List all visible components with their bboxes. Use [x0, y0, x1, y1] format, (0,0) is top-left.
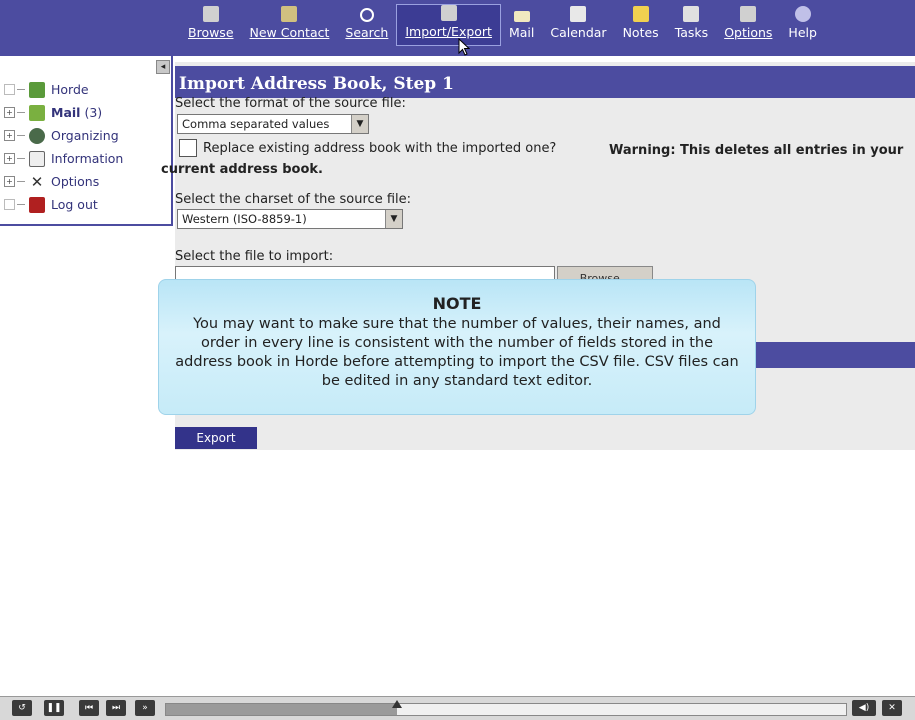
- new-contact-icon: [281, 6, 298, 22]
- options-button[interactable]: Options: [716, 4, 780, 46]
- charset-select[interactable]: Western (ISO-8859-1) ▼: [177, 209, 403, 229]
- tree-connector: [17, 181, 25, 182]
- tree-connector: [17, 158, 25, 159]
- mouse-cursor-icon: [458, 38, 470, 56]
- sidebar-item-horde[interactable]: Horde: [4, 78, 123, 101]
- close-icon[interactable]: ✕: [882, 700, 902, 716]
- mail-folder-label: Mail: [51, 105, 81, 120]
- search-icon: [359, 8, 374, 22]
- tasks-label: Tasks: [674, 25, 709, 40]
- sidebar-item-organizing[interactable]: + Organizing: [4, 124, 123, 147]
- tree-connector: [17, 89, 25, 90]
- help-icon: [794, 6, 811, 22]
- sidebar: ◂ Horde + Mail (3) + Organizing + Inform…: [0, 56, 173, 226]
- mail-unread-count: (3): [84, 105, 103, 120]
- note-body: You may want to make sure that the numbe…: [175, 316, 739, 389]
- charset-label: Select the charset of the source file:: [175, 192, 412, 207]
- warning-text: Warning: This deletes all entries in you…: [161, 143, 904, 177]
- help-label: Help: [788, 25, 817, 40]
- sidebar-item-label: Options: [51, 174, 100, 189]
- tree-connector: [17, 204, 25, 205]
- calendar-icon: [570, 6, 587, 22]
- sidebar-item-options[interactable]: + ✕ Options: [4, 170, 123, 193]
- notes-button[interactable]: Notes: [615, 4, 667, 46]
- browse-button[interactable]: Browse: [180, 4, 242, 46]
- mail-label: Mail: [508, 25, 535, 40]
- sidebar-tree: Horde + Mail (3) + Organizing + Informat…: [4, 78, 123, 216]
- note-title: NOTE: [432, 294, 482, 313]
- format-label: Select the format of the source file:: [175, 96, 406, 111]
- tree-connector: [17, 112, 25, 113]
- sidebar-item-mail[interactable]: + Mail (3): [4, 101, 123, 124]
- format-select-value: Comma separated values: [182, 117, 330, 131]
- information-icon: [29, 150, 45, 167]
- tree-leaf-icon: [4, 84, 15, 95]
- mail-folder-icon: [29, 104, 45, 121]
- browse-icon: [202, 6, 219, 22]
- sidebar-item-information[interactable]: + Information: [4, 147, 123, 170]
- tasks-icon: [683, 6, 700, 22]
- seek-progress: [166, 704, 398, 715]
- options-icon: [740, 6, 757, 22]
- next-icon[interactable]: ⏭: [106, 700, 126, 716]
- note-callout: NOTE You may want to make sure that the …: [158, 279, 756, 415]
- horde-icon: [29, 81, 45, 98]
- tree-expand-icon[interactable]: +: [4, 107, 15, 118]
- tree-expand-icon[interactable]: +: [4, 130, 15, 141]
- mail-icon: [513, 11, 530, 22]
- options-label: Options: [724, 25, 773, 40]
- browse-label: Browse: [188, 25, 234, 40]
- replay-icon[interactable]: ↺: [12, 700, 32, 716]
- video-player-bar: ↺ ❚❚ ⏮ ⏭ » ◀) ✕: [0, 696, 915, 720]
- help-button[interactable]: Help: [780, 4, 825, 46]
- options-icon: ✕: [30, 172, 44, 191]
- forward-icon[interactable]: »: [135, 700, 155, 716]
- new-contact-label: New Contact: [249, 25, 330, 40]
- notes-label: Notes: [622, 25, 659, 40]
- sidebar-item-label: Mail (3): [51, 105, 102, 120]
- charset-select-value: Western (ISO-8859-1): [182, 212, 307, 226]
- top-toolbar: Browse New Contact Search Import/Export …: [0, 0, 915, 56]
- organizing-icon: [29, 127, 45, 144]
- toolbar-items: Browse New Contact Search Import/Export …: [180, 4, 825, 52]
- page-title: Import Address Book, Step 1: [175, 66, 915, 98]
- tree-expand-icon[interactable]: +: [4, 153, 15, 164]
- import-export-button[interactable]: Import/Export: [396, 4, 501, 46]
- seek-bar[interactable]: [165, 700, 847, 716]
- import-export-label: Import/Export: [405, 24, 492, 39]
- file-label: Select the file to import:: [175, 249, 334, 264]
- calendar-button[interactable]: Calendar: [542, 4, 614, 46]
- sidebar-item-logout[interactable]: Log out: [4, 193, 123, 216]
- volume-icon[interactable]: ◀): [852, 700, 876, 716]
- notes-icon: [632, 6, 649, 22]
- chevron-down-icon: ▼: [385, 210, 402, 228]
- collapse-sidebar-icon[interactable]: ◂: [156, 60, 170, 74]
- tree-connector: [17, 135, 25, 136]
- tasks-button[interactable]: Tasks: [667, 4, 717, 46]
- seek-thumb-icon[interactable]: [392, 700, 403, 708]
- previous-icon[interactable]: ⏮: [79, 700, 99, 716]
- import-export-icon: [440, 5, 457, 21]
- mail-button[interactable]: Mail: [501, 4, 542, 46]
- calendar-label: Calendar: [550, 25, 607, 40]
- tree-leaf-icon: [4, 199, 15, 210]
- sidebar-item-label: Horde: [51, 82, 89, 97]
- search-button[interactable]: Search: [337, 4, 396, 46]
- new-contact-button[interactable]: New Contact: [242, 4, 338, 46]
- format-select[interactable]: Comma separated values ▼: [177, 114, 369, 134]
- pause-icon[interactable]: ❚❚: [44, 700, 64, 716]
- tree-expand-icon[interactable]: +: [4, 176, 15, 187]
- sidebar-item-label: Organizing: [51, 128, 119, 143]
- chevron-down-icon: ▼: [351, 115, 368, 133]
- sidebar-item-label: Information: [51, 151, 124, 166]
- export-button[interactable]: Export: [175, 427, 257, 449]
- search-label: Search: [345, 25, 389, 40]
- logout-icon: [29, 196, 45, 213]
- sidebar-item-label: Log out: [51, 197, 98, 212]
